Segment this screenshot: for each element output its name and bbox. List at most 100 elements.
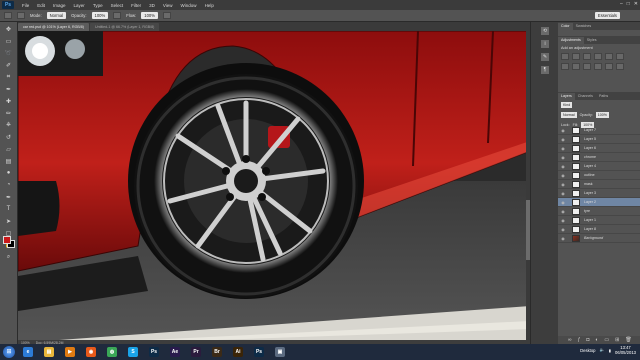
adjustment-icon[interactable]	[583, 53, 591, 60]
layer-row[interactable]: ◉ Layer 4	[558, 162, 640, 171]
desktop-toolbar[interactable]: Desktop	[580, 348, 595, 353]
gradient-tool-icon[interactable]: ▤	[3, 156, 15, 166]
foreground-color-swatch[interactable]	[3, 236, 11, 244]
taskbar-photoshop-button[interactable]: Ps	[145, 345, 163, 359]
maximize-button[interactable]: □	[627, 1, 630, 7]
pressure-opacity-icon[interactable]	[113, 12, 122, 19]
lasso-tool-icon[interactable]: ➰	[3, 48, 15, 58]
fx-icon[interactable]: ƒ	[578, 337, 581, 343]
tab-paths[interactable]: Paths	[596, 93, 611, 100]
menu-file[interactable]: File	[22, 3, 29, 8]
taskbar-firefox-button[interactable]: ◉	[82, 345, 100, 359]
minimize-button[interactable]: –	[620, 1, 623, 7]
tab-layers[interactable]: Layers	[558, 93, 575, 100]
eraser-tool-icon[interactable]: ▱	[3, 144, 15, 154]
layer-kind-filter[interactable]: Kind	[561, 102, 573, 108]
taskbar-premiere-button[interactable]: Pr	[187, 345, 205, 359]
quick-select-tool-icon[interactable]: ✐	[3, 60, 15, 70]
clock[interactable]: 13:47 06/05/2013	[615, 345, 636, 355]
move-tool-icon[interactable]: ✥	[3, 24, 15, 34]
layer-row[interactable]: ◉ Layer 2	[558, 198, 640, 207]
tab-color[interactable]: Color	[558, 23, 573, 30]
menu-view[interactable]: View	[163, 3, 173, 8]
menu-window[interactable]: Window	[181, 3, 197, 8]
taskbar-illustrator-button[interactable]: Ai	[229, 345, 247, 359]
brush-tool-icon[interactable]: ✏	[3, 108, 15, 118]
adjustment-icon[interactable]	[583, 63, 591, 70]
layer-row[interactable]: ◉ Layer 7	[558, 126, 640, 135]
taskbar-explorer-button[interactable]: ▤	[40, 345, 58, 359]
menu-type[interactable]: Type	[93, 3, 103, 8]
layer-opacity-field[interactable]: 100%	[595, 112, 609, 118]
taskbar-ie-button[interactable]: e	[19, 345, 37, 359]
taskbar-photoshop-2-button[interactable]: Ps	[250, 345, 268, 359]
blend-mode-select[interactable]: Normal	[561, 112, 577, 118]
adjustment-icon[interactable]	[572, 53, 580, 60]
history-tool-icon[interactable]: ↺	[3, 132, 15, 142]
adjustment-icon[interactable]	[605, 63, 613, 70]
menu-edit[interactable]: Edit	[37, 3, 45, 8]
visibility-eye-icon[interactable]: ◉	[560, 218, 566, 223]
taskbar-media-button[interactable]: ▶	[61, 345, 79, 359]
visibility-eye-icon[interactable]: ◉	[560, 200, 566, 205]
adjustment-icon[interactable]	[561, 63, 569, 70]
mask-icon[interactable]: ◘	[586, 337, 589, 343]
flow-field[interactable]: 100%	[141, 12, 158, 19]
opacity-field[interactable]: 100%	[91, 12, 109, 19]
visibility-eye-icon[interactable]: ◉	[560, 128, 566, 133]
adjustment-icon[interactable]	[594, 63, 602, 70]
layer-row[interactable]: ◉ Layer 3	[558, 189, 640, 198]
crop-tool-icon[interactable]: ⌗	[3, 72, 15, 82]
path-select-tool-icon[interactable]: ➤	[3, 216, 15, 226]
info-icon[interactable]: i	[541, 40, 549, 48]
dodge-tool-icon[interactable]: ◔	[3, 180, 15, 190]
tab-channels[interactable]: Channels	[575, 93, 596, 100]
network-icon[interactable]: ▮	[609, 348, 611, 353]
visibility-eye-icon[interactable]: ◉	[560, 236, 566, 241]
layer-row[interactable]: ◉ chrome	[558, 153, 640, 162]
menu-select[interactable]: Select	[111, 3, 124, 8]
healing-tool-icon[interactable]: ✚	[3, 96, 15, 106]
history-icon[interactable]: ⟲	[541, 27, 549, 35]
brush-preset-icon[interactable]: ✎	[541, 53, 549, 61]
taskbar-chrome-button[interactable]: ◍	[103, 345, 121, 359]
layer-row[interactable]: ◉ Layer 1	[558, 216, 640, 225]
visibility-eye-icon[interactable]: ◉	[560, 227, 566, 232]
visibility-eye-icon[interactable]: ◉	[560, 137, 566, 142]
blur-tool-icon[interactable]: ●	[3, 168, 15, 178]
layer-row[interactable]: ◉ tyre	[558, 207, 640, 216]
tab-swatches[interactable]: Swatches	[573, 23, 595, 30]
document-canvas[interactable]	[18, 31, 530, 343]
menu-help[interactable]: Help	[205, 3, 214, 8]
adjustment-icon[interactable]	[616, 63, 624, 70]
airbrush-icon[interactable]	[162, 12, 171, 19]
adjustment-icon[interactable]	[561, 53, 569, 60]
visibility-eye-icon[interactable]: ◉	[560, 146, 566, 151]
taskbar-after-effects-button[interactable]: Ae	[166, 345, 184, 359]
trash-icon[interactable]: 🗑	[625, 337, 631, 343]
pen-tool-icon[interactable]: ✒	[3, 192, 15, 202]
adjustment-icon[interactable]	[572, 63, 580, 70]
link-layers-icon[interactable]: ∞	[568, 337, 572, 343]
taskbar-bridge-button[interactable]: Br	[208, 345, 226, 359]
layer-row[interactable]: ◉ Layer 5	[558, 135, 640, 144]
visibility-eye-icon[interactable]: ◉	[560, 164, 566, 169]
menu-image[interactable]: Image	[53, 3, 66, 8]
brush-picker[interactable]	[17, 12, 25, 19]
new-layer-icon[interactable]: ⊞	[615, 337, 619, 343]
layer-row[interactable]: ◉ Layer 8	[558, 225, 640, 234]
tool-preset-picker[interactable]	[4, 12, 12, 19]
taskbar-skype-button[interactable]: S	[124, 345, 142, 359]
adjustment-icon[interactable]	[594, 53, 602, 60]
paragraph-icon[interactable]: ¶	[541, 66, 549, 74]
menu-filter[interactable]: Filter	[131, 3, 141, 8]
taskbar-misc-button[interactable]: ▣	[271, 345, 289, 359]
tab-adjustments[interactable]: Adjustments	[558, 37, 584, 44]
volume-icon[interactable]: 🔈	[600, 347, 605, 353]
layer-row[interactable]: ◉ Layer 6	[558, 144, 640, 153]
menu-3d[interactable]: 3D	[149, 3, 155, 8]
layer-row[interactable]: ◉ mask	[558, 180, 640, 189]
visibility-eye-icon[interactable]: ◉	[560, 173, 566, 178]
adjustment-icon[interactable]	[616, 53, 624, 60]
eyedropper-tool-icon[interactable]: ✒	[3, 84, 15, 94]
